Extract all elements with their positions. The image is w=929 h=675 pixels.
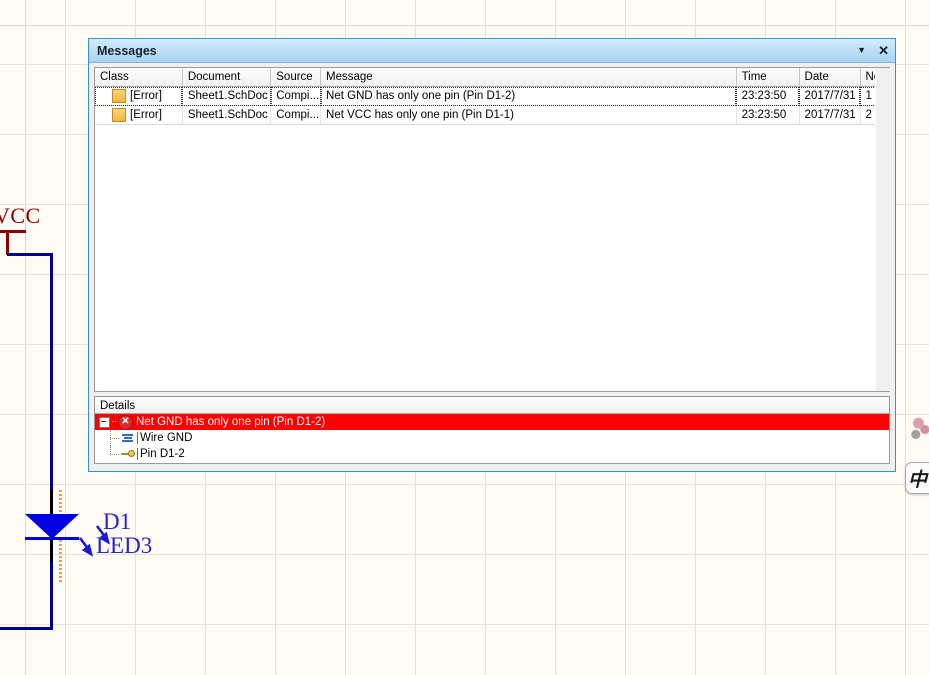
error-marker-pin-1 bbox=[59, 490, 62, 516]
wire-segment-below-led[interactable] bbox=[50, 552, 53, 630]
collapse-toggle-icon[interactable] bbox=[99, 416, 110, 428]
cell-class: [Error] bbox=[95, 105, 183, 125]
power-port-symbol-stem bbox=[6, 230, 9, 255]
cell-class-text: [Error] bbox=[130, 90, 162, 102]
component-designator-label[interactable]: D1 bbox=[103, 509, 131, 535]
cell-source: Compi... bbox=[270, 86, 322, 106]
error-icon: ✕ bbox=[118, 414, 133, 430]
details-tree-item-label: Wire GND bbox=[137, 432, 192, 444]
cell-document: Sheet1.SchDoc bbox=[182, 86, 272, 106]
cell-time: 23:23:50 bbox=[736, 105, 800, 125]
column-header-date[interactable]: Date bbox=[799, 68, 861, 87]
chevron-down-icon[interactable]: ▼ bbox=[857, 46, 866, 55]
messages-panel-title: Messages bbox=[97, 43, 157, 58]
wire-segment-top[interactable] bbox=[7, 253, 53, 256]
details-pane[interactable]: Details ✕ Net GND has only one pin (Pin … bbox=[94, 396, 890, 464]
cell-message: Net VCC has only one pin (Pin D1-1) bbox=[320, 105, 737, 125]
error-severity-icon bbox=[112, 89, 126, 103]
messages-grid[interactable]: Class Document Source Message Time Date … bbox=[94, 67, 890, 392]
ime-mode-icon[interactable]: 中 bbox=[908, 465, 927, 492]
table-header-row: Class Document Source Message Time Date … bbox=[95, 68, 890, 87]
details-tree-item-label: Pin D1-2 bbox=[137, 448, 185, 460]
ime-decoration-icon bbox=[908, 412, 929, 444]
cell-time: 23:23:50 bbox=[736, 86, 800, 106]
table-row[interactable]: [Error] Sheet1.SchDoc Compi... Net GND h… bbox=[95, 86, 890, 106]
wire-segment-bottom[interactable] bbox=[0, 627, 53, 630]
messages-table: Class Document Source Message Time Date … bbox=[95, 68, 890, 125]
details-tree-item[interactable]: Wire GND bbox=[95, 430, 889, 446]
error-severity-icon bbox=[112, 108, 126, 122]
details-header: Details bbox=[95, 397, 889, 414]
column-header-source[interactable]: Source bbox=[270, 68, 322, 87]
column-header-class[interactable]: Class bbox=[95, 68, 183, 87]
messages-panel-body: Class Document Source Message Time Date … bbox=[89, 63, 895, 471]
cell-date: 2017/7/31 bbox=[799, 105, 861, 125]
cell-source: Compi... bbox=[270, 105, 322, 125]
led-pin-1[interactable] bbox=[50, 490, 53, 516]
column-header-message[interactable]: Message bbox=[320, 68, 737, 87]
led-pin-2[interactable] bbox=[50, 540, 53, 562]
tree-connector bbox=[107, 446, 121, 462]
wire-icon bbox=[121, 432, 135, 444]
cell-date: 2017/7/31 bbox=[799, 86, 861, 106]
component-comment-label[interactable]: LED3 bbox=[96, 533, 152, 559]
column-header-document[interactable]: Document bbox=[182, 68, 272, 87]
pin-icon bbox=[121, 448, 135, 460]
details-tree-root[interactable]: ✕ Net GND has only one pin (Pin D1-2) bbox=[95, 414, 889, 430]
cell-class: [Error] bbox=[95, 86, 183, 106]
details-tree-root-label: Net GND has only one pin (Pin D1-2) bbox=[136, 416, 326, 428]
power-port-label: VCC bbox=[0, 203, 41, 228]
messages-panel-titlebar[interactable]: Messages ▼ ✕ bbox=[89, 39, 895, 63]
power-port-symbol-bar bbox=[0, 230, 26, 233]
messages-grid-gutter bbox=[875, 68, 890, 391]
table-row[interactable]: [Error] Sheet1.SchDoc Compi... Net VCC h… bbox=[95, 105, 890, 125]
cell-message: Net GND has only one pin (Pin D1-2) bbox=[320, 86, 737, 106]
cell-class-text: [Error] bbox=[130, 109, 162, 121]
tree-connector bbox=[107, 430, 121, 446]
messages-panel: Messages ▼ ✕ Class Document Source Messa… bbox=[88, 38, 896, 472]
details-tree-item[interactable]: Pin D1-2 bbox=[95, 446, 889, 462]
cell-document: Sheet1.SchDoc bbox=[182, 105, 272, 125]
error-marker-pin-2 bbox=[59, 540, 62, 582]
close-icon[interactable]: ✕ bbox=[878, 44, 889, 57]
column-header-time[interactable]: Time bbox=[736, 68, 800, 87]
